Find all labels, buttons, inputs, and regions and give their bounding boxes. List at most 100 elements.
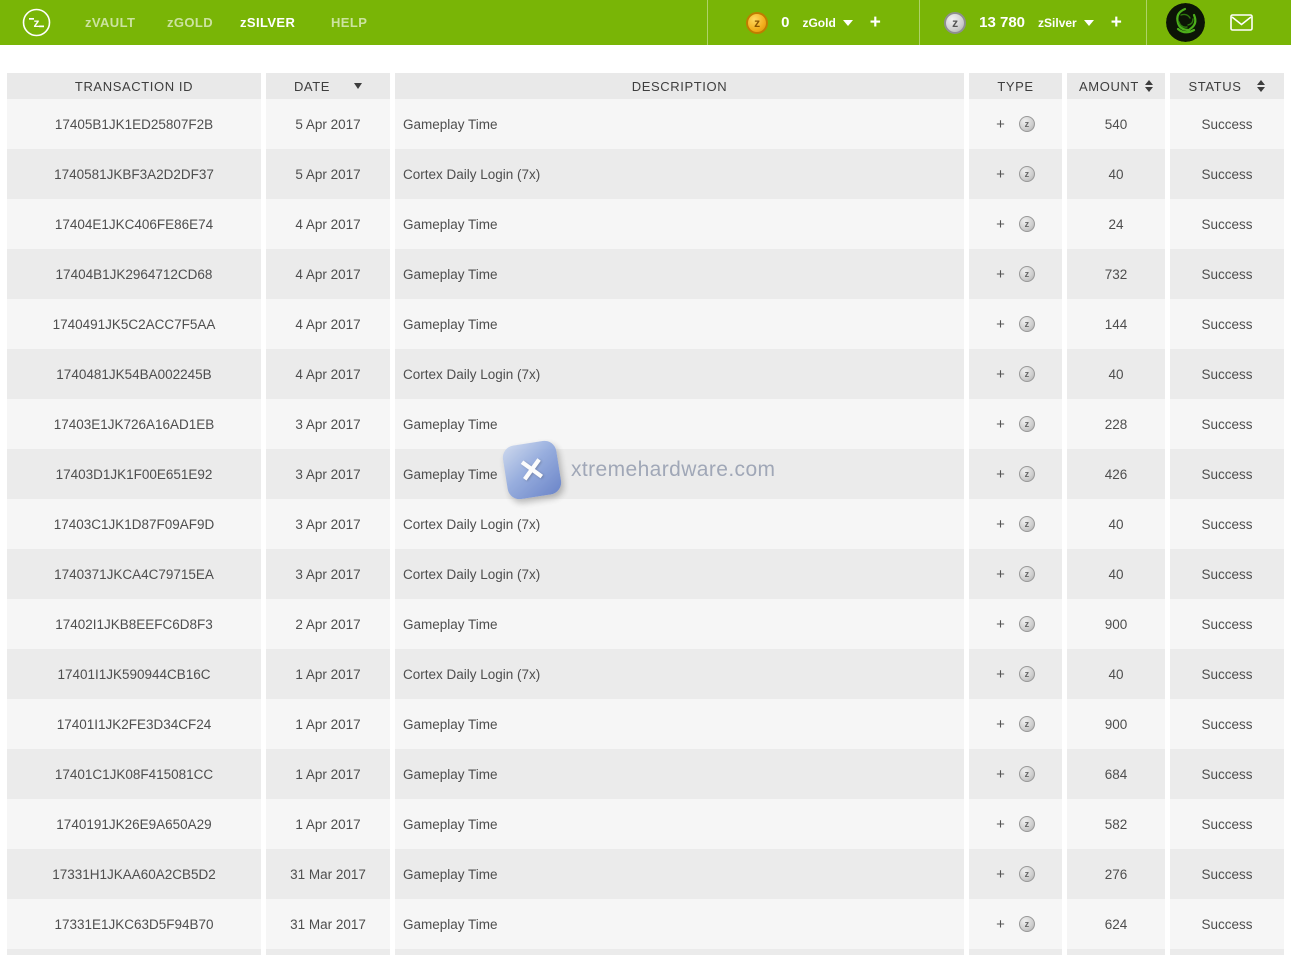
add-zsilver-button[interactable]: +: [1111, 0, 1122, 45]
column-label: DATE: [294, 79, 330, 94]
amount-cell: [1067, 949, 1165, 955]
zsilver-coin-icon: z: [1019, 516, 1035, 532]
add-zgold-button[interactable]: +: [870, 0, 881, 45]
type-cell: + z: [969, 249, 1062, 299]
description-cell: Cortex Daily Login (7x): [395, 649, 964, 699]
table-row: 1740371JKCA4C79715EA 3 Apr 2017 Cortex D…: [7, 549, 1291, 599]
type-cell: + z: [969, 799, 1062, 849]
zsilver-coin-icon: z: [1019, 616, 1035, 632]
table-row: 1740191JK26E9A650A29 1 Apr 2017 Gameplay…: [7, 799, 1291, 849]
zsilver-coin-icon: z: [1019, 316, 1035, 332]
table-body: 17405B1JK1ED25807F2B 5 Apr 2017 Gameplay…: [0, 99, 1291, 955]
nav-item-zsilver[interactable]: zSILVER: [240, 0, 295, 45]
zsilver-wallet: z 13 780 zSilver +: [920, 0, 1146, 45]
date-cell: 3 Apr 2017: [266, 449, 390, 499]
zsilver-coin-icon: z: [1019, 116, 1035, 132]
credit-plus-sign: +: [996, 916, 1005, 933]
credit-plus-sign: +: [996, 116, 1005, 133]
credit-plus-sign: +: [996, 566, 1005, 583]
amount-cell: 624: [1067, 899, 1165, 949]
transaction-id-cell: 17331H1JKAA60A2CB5D2: [7, 849, 261, 899]
credit-plus-sign: +: [996, 866, 1005, 883]
column-header-amount[interactable]: AMOUNT: [1067, 73, 1165, 99]
zsilver-coin-icon: z: [1019, 166, 1035, 182]
credit-plus-sign: +: [996, 516, 1005, 533]
transaction-id-cell: 1740581JKBF3A2D2DF37: [7, 149, 261, 199]
status-cell: Success: [1170, 599, 1284, 649]
description-cell: Gameplay Time: [395, 699, 964, 749]
type-cell: + z: [969, 199, 1062, 249]
transaction-id-cell: 17403E1JK726A16AD1EB: [7, 399, 261, 449]
column-header-description[interactable]: DESCRIPTION: [395, 73, 964, 99]
zsilver-coin-icon: z: [1019, 366, 1035, 382]
transaction-id-cell: [7, 949, 261, 955]
zsilver-coin-icon: z: [1019, 216, 1035, 232]
credit-plus-sign: +: [996, 466, 1005, 483]
chevron-down-icon[interactable]: [1084, 20, 1094, 26]
table-row: 17403C1JK1D87F09AF9D 3 Apr 2017 Cortex D…: [7, 499, 1291, 549]
date-cell: 3 Apr 2017: [266, 499, 390, 549]
user-avatar[interactable]: [1166, 3, 1205, 42]
nav-item-zvault[interactable]: zVAULT: [85, 0, 135, 45]
top-navigation-bar: z zVAULT zGOLD zSILVER HELP z 0 zGold + …: [0, 0, 1291, 45]
status-cell: Success: [1170, 449, 1284, 499]
type-cell: + z: [969, 99, 1062, 149]
chevron-down-icon[interactable]: [843, 20, 853, 26]
date-cell: 4 Apr 2017: [266, 349, 390, 399]
status-cell: Success: [1170, 149, 1284, 199]
credit-plus-sign: +: [996, 816, 1005, 833]
status-cell: Success: [1170, 749, 1284, 799]
table-row: 17404B1JK2964712CD68 4 Apr 2017 Gameplay…: [7, 249, 1291, 299]
amount-cell: 540: [1067, 99, 1165, 149]
column-label: STATUS: [1189, 79, 1242, 94]
transaction-id-cell: 17405B1JK1ED25807F2B: [7, 99, 261, 149]
transaction-id-cell: 17404E1JKC406FE86E74: [7, 199, 261, 249]
date-cell: 5 Apr 2017: [266, 149, 390, 199]
zgold-label: zGold: [802, 16, 835, 30]
column-header-status[interactable]: STATUS: [1170, 73, 1284, 99]
nav-item-zgold[interactable]: zGOLD: [167, 0, 213, 45]
transaction-id-cell: 1740191JK26E9A650A29: [7, 799, 261, 849]
nav-item-help[interactable]: HELP: [331, 0, 367, 45]
transaction-id-cell: 1740481JK54BA002245B: [7, 349, 261, 399]
date-cell: 3 Apr 2017: [266, 549, 390, 599]
amount-cell: 582: [1067, 799, 1165, 849]
sort-descending-icon: [354, 83, 362, 89]
type-cell: + z: [969, 349, 1062, 399]
column-header-type[interactable]: TYPE: [969, 73, 1062, 99]
zsilver-coin-icon: z: [1019, 716, 1035, 732]
date-cell: 1 Apr 2017: [266, 749, 390, 799]
sort-toggle-icon: [1257, 80, 1265, 92]
status-cell: [1170, 949, 1284, 955]
table-row: 17331E1JKC63D5F94B70 31 Mar 2017 Gamepla…: [7, 899, 1291, 949]
description-cell: Gameplay Time: [395, 899, 964, 949]
zsilver-coin-icon: z: [1019, 766, 1035, 782]
date-cell: 1 Apr 2017: [266, 699, 390, 749]
amount-cell: 426: [1067, 449, 1165, 499]
table-row: 17401I1JK590944CB16C 1 Apr 2017 Cortex D…: [7, 649, 1291, 699]
mail-icon[interactable]: [1230, 14, 1253, 31]
column-header-date[interactable]: DATE: [266, 73, 390, 99]
description-cell: Cortex Daily Login (7x): [395, 149, 964, 199]
date-cell: 2 Apr 2017: [266, 599, 390, 649]
zsilver-coin-icon: z: [1019, 566, 1035, 582]
zvault-logo-icon[interactable]: z: [21, 7, 52, 38]
date-cell: 5 Apr 2017: [266, 99, 390, 149]
transaction-id-cell: 17404B1JK2964712CD68: [7, 249, 261, 299]
status-cell: Success: [1170, 849, 1284, 899]
type-cell: + z: [969, 649, 1062, 699]
date-cell: 31 Mar 2017: [266, 899, 390, 949]
column-header-transaction-id[interactable]: TRANSACTION ID: [7, 73, 261, 99]
type-cell: + z: [969, 699, 1062, 749]
type-cell: + z: [969, 899, 1062, 949]
credit-plus-sign: +: [996, 666, 1005, 683]
amount-cell: 24: [1067, 199, 1165, 249]
table-row: 1740481JK54BA002245B 4 Apr 2017 Cortex D…: [7, 349, 1291, 399]
description-cell: Gameplay Time: [395, 449, 964, 499]
status-cell: Success: [1170, 399, 1284, 449]
date-cell: 3 Apr 2017: [266, 399, 390, 449]
credit-plus-sign: +: [996, 216, 1005, 233]
amount-cell: 144: [1067, 299, 1165, 349]
type-cell: + z: [969, 499, 1062, 549]
type-cell: [969, 949, 1062, 955]
